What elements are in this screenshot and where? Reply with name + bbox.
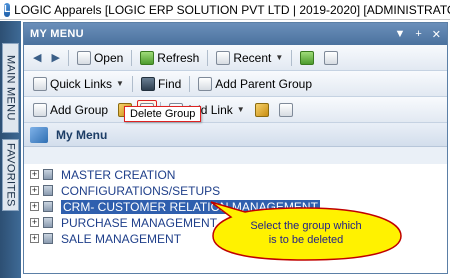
toolbar-divider bbox=[207, 49, 209, 66]
add-group-icon bbox=[33, 102, 47, 117]
quick-links-label: Quick Links bbox=[50, 76, 113, 91]
tree-node-label: CONFIGURATIONS/SETUPS bbox=[61, 183, 221, 198]
add-parent-group-label: Add Parent Group bbox=[215, 76, 313, 91]
quick-links-button[interactable]: Quick Links ▼ bbox=[28, 75, 129, 93]
callout-line-1: Select the group which bbox=[250, 220, 362, 232]
recent-button[interactable]: Recent ▼ bbox=[211, 49, 288, 67]
my-menu-header: My Menu bbox=[24, 123, 447, 147]
forward-button[interactable]: ▶ bbox=[46, 49, 64, 66]
panel-title: MY MENU bbox=[30, 28, 84, 40]
left-sidebar: MAIN MENU FAVORITES bbox=[0, 21, 21, 278]
tab-main-menu[interactable]: MAIN MENU bbox=[2, 43, 19, 133]
chevron-down-icon: ▼ bbox=[236, 105, 245, 114]
toolbar-divider bbox=[131, 49, 133, 66]
find-button[interactable]: Find bbox=[136, 75, 186, 93]
my-menu-label: My Menu bbox=[56, 127, 108, 142]
remove-shortcut-icon bbox=[324, 50, 339, 65]
refresh-icon bbox=[140, 50, 155, 65]
group-icon bbox=[43, 233, 53, 244]
window-title: LOGIC Apparels [LOGIC ERP SOLUTION PVT L… bbox=[14, 2, 450, 17]
edit-link-icon bbox=[254, 102, 269, 117]
tree-node[interactable]: + CONFIGURATIONS/SETUPS bbox=[30, 183, 442, 198]
toolbar-divider bbox=[67, 49, 69, 66]
edit-link-button[interactable] bbox=[250, 101, 274, 119]
tree-node-label: SALE MANAGEMENT bbox=[61, 231, 182, 246]
delete-group-tooltip: Delete Group bbox=[124, 106, 202, 122]
open-button[interactable]: Open bbox=[72, 49, 128, 67]
delete-link-icon bbox=[278, 102, 293, 117]
callout-text: Select the group which is to be deleted bbox=[223, 219, 389, 247]
toolbar-groups: Add Group Add Link ▼ bbox=[24, 97, 447, 123]
expand-icon[interactable]: + bbox=[30, 218, 39, 227]
delete-link-button[interactable] bbox=[274, 101, 298, 119]
add-parent-group-button[interactable]: Add Parent Group bbox=[193, 75, 317, 93]
toolbar-divider bbox=[291, 49, 293, 66]
callout-line-2: is to be deleted bbox=[268, 234, 344, 246]
tree-node[interactable]: + MASTER CREATION bbox=[30, 167, 442, 182]
recent-label: Recent bbox=[233, 50, 272, 65]
find-label: Find bbox=[157, 76, 182, 91]
group-icon bbox=[43, 185, 53, 196]
expand-icon[interactable]: + bbox=[30, 186, 39, 195]
chevron-down-icon: ▼ bbox=[116, 79, 124, 88]
tree-node-label: PURCHASE MANAGEMENT bbox=[61, 215, 218, 230]
toolbar-links: Quick Links ▼ Find Add Parent Group bbox=[24, 71, 447, 97]
back-button[interactable]: ◀ bbox=[28, 49, 46, 66]
refresh-label: Refresh bbox=[157, 50, 200, 65]
expand-icon[interactable]: + bbox=[30, 234, 39, 243]
group-icon bbox=[43, 217, 53, 228]
open-label: Open bbox=[93, 50, 124, 65]
tree-node-label: MASTER CREATION bbox=[61, 167, 176, 182]
group-icon bbox=[43, 169, 53, 180]
title-bar: L LOGIC Apparels [LOGIC ERP SOLUTION PVT… bbox=[0, 0, 450, 20]
expand-icon[interactable]: + bbox=[30, 170, 39, 179]
toolbar-divider bbox=[131, 75, 133, 92]
app-logo-icon: L bbox=[4, 2, 11, 17]
add-shortcut-icon bbox=[300, 50, 315, 65]
panel-menu-dropdown-icon[interactable]: ▼ bbox=[394, 28, 405, 41]
refresh-button[interactable]: Refresh bbox=[135, 49, 204, 67]
binoculars-icon bbox=[140, 76, 155, 91]
add-group-button[interactable]: Add Group bbox=[28, 101, 113, 119]
open-icon bbox=[76, 50, 91, 65]
panel-pin-icon[interactable]: + bbox=[415, 28, 421, 41]
add-shortcut-button[interactable] bbox=[295, 49, 319, 67]
quick-links-icon bbox=[33, 76, 47, 91]
add-group-label: Add Group bbox=[50, 102, 109, 117]
instruction-callout: Select the group which is to be deleted bbox=[205, 200, 405, 262]
panel-header: MY MENU ▼ + ✕ bbox=[24, 23, 447, 45]
add-parent-group-icon bbox=[198, 76, 213, 91]
expand-icon[interactable]: + bbox=[30, 202, 39, 211]
tab-favorites-label: FAVORITES bbox=[4, 143, 17, 207]
toolbar-divider bbox=[189, 75, 191, 92]
my-menu-icon bbox=[30, 126, 48, 143]
tab-main-menu-label: MAIN MENU bbox=[4, 55, 17, 121]
chevron-down-icon: ▼ bbox=[275, 53, 284, 62]
recent-icon bbox=[216, 50, 231, 65]
panel-close-icon[interactable]: ✕ bbox=[432, 28, 441, 41]
toolbar-navigation: ◀ ▶ Open Refresh Recent ▼ bbox=[24, 45, 447, 71]
tab-favorites[interactable]: FAVORITES bbox=[2, 139, 19, 211]
group-icon bbox=[43, 201, 53, 212]
remove-shortcut-button[interactable] bbox=[319, 49, 343, 67]
